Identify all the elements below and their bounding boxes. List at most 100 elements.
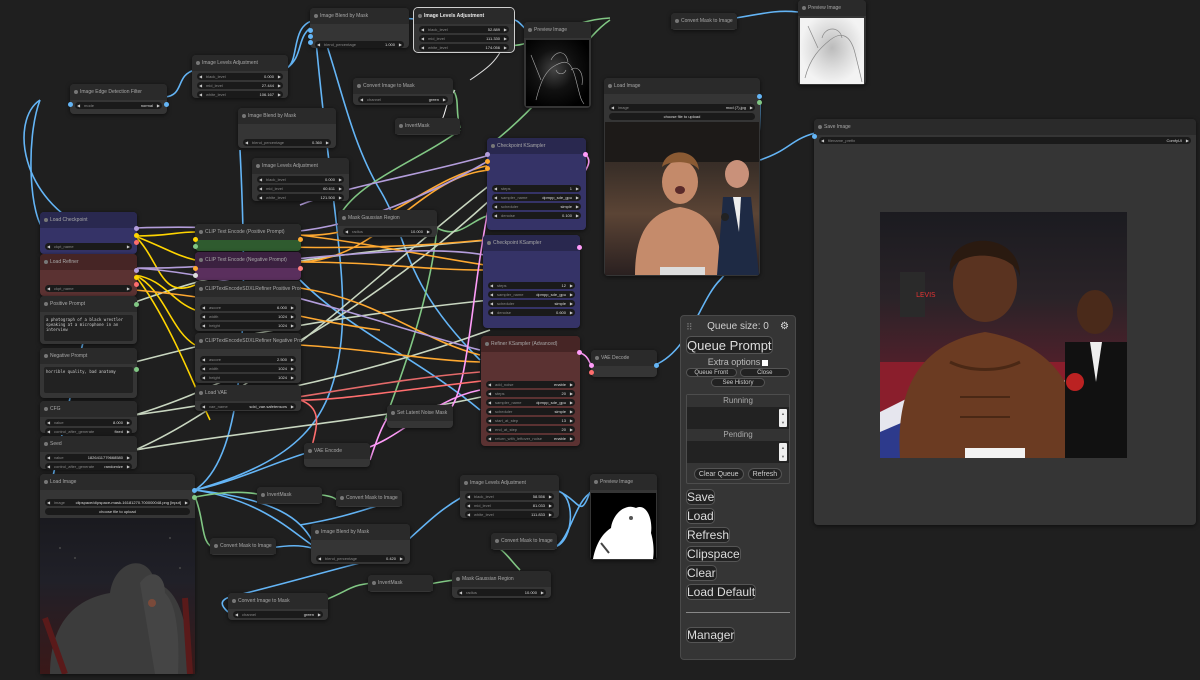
clip-input-slot[interactable]	[193, 266, 198, 271]
white-level-input[interactable]: white_level106.167	[197, 91, 283, 98]
node-image-edge-detection[interactable]: Image Edge Detection Filter modenormal	[68, 84, 169, 114]
refresh-button[interactable]: Refresh	[686, 527, 731, 543]
model-output-slot[interactable]	[134, 226, 139, 231]
gear-icon[interactable]: ⚙	[780, 316, 789, 338]
latent-output-slot[interactable]	[577, 350, 582, 355]
positive-prompt-textarea[interactable]: a photograph of a black wrestler speakin…	[44, 315, 133, 341]
radius-input[interactable]: radius10.000	[343, 228, 432, 235]
clip-output-slot[interactable]	[134, 275, 139, 280]
blend-percentage-input[interactable]: blend_percentage0.420	[316, 555, 405, 562]
node-load-refiner[interactable]: Load Refiner ckpt_namesd_xl_refiner_1.0.…	[40, 254, 139, 296]
black-level-input[interactable]: black_level58.556	[465, 493, 554, 500]
ckpt-name-combo[interactable]: ckpt_namesd_xl_refiner_1.0.safetensors	[45, 285, 132, 292]
node-refiner-ksampler-advanced[interactable]: Refiner KSampler (Advanced) add_noiseena…	[481, 336, 582, 446]
output-slot[interactable]	[164, 102, 169, 107]
load-button[interactable]: Load	[686, 508, 715, 524]
mid-level-input[interactable]: mid_level81.033	[465, 502, 554, 509]
conditioning-output-slot[interactable]	[298, 237, 303, 242]
vae-output-slot[interactable]	[134, 240, 139, 245]
node-convert-mask-to-image[interactable]: Convert Mask to Image	[491, 533, 557, 550]
node-invert-mask[interactable]: InvertMask	[257, 487, 322, 504]
black-level-input[interactable]: black_level0.000	[197, 73, 283, 80]
running-scrollbar[interactable]: ▲ ▼	[779, 409, 787, 427]
node-positive-prompt[interactable]: Positive Prompt a photograph of a black …	[40, 296, 139, 344]
steps-input[interactable]: steps1	[492, 185, 581, 192]
image-input-slot[interactable]	[812, 134, 817, 139]
node-invert-mask[interactable]: InvertMask	[395, 118, 460, 135]
text-input-slot[interactable]	[193, 244, 198, 249]
node-clip-text-encode-negative[interactable]: CLIP Text Encode (Negative Prompt)	[193, 252, 303, 280]
latent-output-slot[interactable]	[577, 245, 582, 250]
add-noise-combo[interactable]: add_noiseenable	[486, 381, 575, 388]
text-input-slot[interactable]	[193, 273, 198, 278]
channel-combo[interactable]: channelgreen	[358, 96, 448, 103]
vae-input-slot[interactable]	[589, 370, 594, 375]
return-with-leftover-noise-combo[interactable]: return_with_leftover_noiseenable	[486, 435, 575, 442]
end-at-step-input[interactable]: end_at_step20	[486, 426, 575, 433]
filename-prefix-input[interactable]: filename_prefixComfyUI	[819, 137, 1191, 144]
width-input[interactable]: width1024	[200, 313, 296, 320]
scheduler-combo[interactable]: schedulersimple	[488, 300, 575, 307]
node-image-blend-by-mask[interactable]: Image Blend by Mask blend_percentage0.36…	[238, 108, 336, 148]
refresh-queue-button[interactable]: Refresh	[747, 468, 783, 480]
radius-input[interactable]: radius10.000	[457, 589, 546, 596]
denoise-input[interactable]: denoise0.600	[488, 309, 575, 316]
image-output-slot[interactable]	[654, 363, 659, 368]
scheduler-combo[interactable]: schedulersimple	[492, 203, 581, 210]
seed-value-input[interactable]: value1826411779668580	[45, 454, 132, 461]
string-output-slot[interactable]	[134, 302, 139, 307]
node-load-checkpoint[interactable]: Load Checkpoint ckpt_namesd_xl_base_1.0.…	[40, 212, 139, 254]
node-convert-image-to-mask[interactable]: Convert Image to Mask channelgreen	[353, 78, 453, 105]
input-slot[interactable]	[308, 28, 313, 33]
load-default-button[interactable]: Load Default	[686, 584, 757, 600]
mid-level-input[interactable]: mid_level111.330	[419, 35, 509, 42]
start-at-step-input[interactable]: start_at_step13	[486, 417, 575, 424]
node-clip-text-encode-positive[interactable]: CLIP Text Encode (Positive Prompt)	[193, 224, 303, 251]
samples-input-slot[interactable]	[589, 363, 594, 368]
choose-file-button[interactable]: choose file to upload	[609, 113, 755, 120]
width-input[interactable]: width1024	[200, 365, 296, 372]
mid-level-input[interactable]: mid_level27.444	[197, 82, 283, 89]
conditioning-output-slot[interactable]	[298, 266, 303, 271]
extra-options-checkbox[interactable]	[762, 359, 769, 366]
node-negative-prompt[interactable]: Negative Prompt horrible quality, bad an…	[40, 348, 139, 398]
image-output-slot[interactable]	[192, 488, 197, 493]
node-convert-image-to-mask[interactable]: Convert Image to Mask channelgreen	[228, 593, 328, 620]
sampler-name-combo[interactable]: sampler_namedpmpp_sde_gpu	[488, 291, 575, 298]
mid-level-input[interactable]: mid_level60.611	[257, 185, 344, 192]
input-slot[interactable]	[68, 102, 73, 107]
save-button[interactable]: Save	[686, 489, 716, 505]
clipspace-button[interactable]: Clipspace	[686, 546, 741, 562]
node-load-vae[interactable]: Load VAE vae_namesdxl_vae.safetensors	[195, 385, 301, 411]
node-image-blend-by-mask[interactable]: Image Blend by Mask blend_percentage0.42…	[311, 524, 410, 564]
pending-list[interactable]: ▲ ▼	[687, 441, 789, 463]
control-after-generate-combo[interactable]: control_after_generaterandomize	[45, 463, 132, 470]
vae-output-slot[interactable]	[134, 282, 139, 287]
white-level-input[interactable]: white_level111.833	[465, 511, 554, 518]
node-image-levels-adjustment[interactable]: Image Levels Adjustment black_level58.55…	[460, 475, 559, 518]
ascore-input[interactable]: ascore2.500	[200, 356, 296, 363]
height-input[interactable]: height1024	[200, 322, 296, 329]
image-output-slot[interactable]	[757, 94, 762, 99]
node-cfg[interactable]: CFG value8.000 control_after_generatefix…	[40, 401, 137, 435]
node-preview-image[interactable]: Preview Image	[798, 0, 866, 85]
blend-percentage-input[interactable]: blend_percentage1.000	[315, 41, 404, 48]
node-convert-mask-to-image[interactable]: Convert Mask to Image	[210, 538, 276, 555]
ascore-input[interactable]: ascore6.000	[200, 304, 296, 311]
node-sdxl-refiner-positive[interactable]: CLIPTextEncodeSDXLRefiner Positive Promp…	[195, 281, 301, 331]
node-image-blend-by-mask[interactable]: Image Blend by Mask blend_percentage1.00…	[308, 8, 409, 48]
model-input-slot[interactable]	[485, 152, 490, 157]
black-level-input[interactable]: black_level0.000	[257, 176, 344, 183]
input-slot[interactable]	[308, 40, 313, 45]
see-history-button[interactable]: See History	[711, 378, 765, 387]
white-level-input[interactable]: white_level121.500	[257, 194, 344, 201]
height-input[interactable]: height1024	[200, 374, 296, 381]
node-save-image[interactable]: Save Image filename_prefixComfyUI LEVIS	[812, 119, 1196, 525]
choose-file-button[interactable]: choose file to upload	[45, 508, 190, 515]
control-after-generate-combo[interactable]: control_after_generatefixed	[45, 428, 132, 435]
sampler-name-combo[interactable]: sampler_namedpmpp_sde_gpu	[492, 194, 581, 201]
image-combo[interactable]: imageclipspace/clipspace-mask-16181270.7…	[45, 499, 190, 506]
model-output-slot[interactable]	[134, 268, 139, 273]
ckpt-name-combo[interactable]: ckpt_namesd_xl_base_1.0.safetensors	[45, 243, 132, 250]
node-graph-canvas[interactable]: Image Edge Detection Filter modenormal I…	[0, 0, 1200, 680]
